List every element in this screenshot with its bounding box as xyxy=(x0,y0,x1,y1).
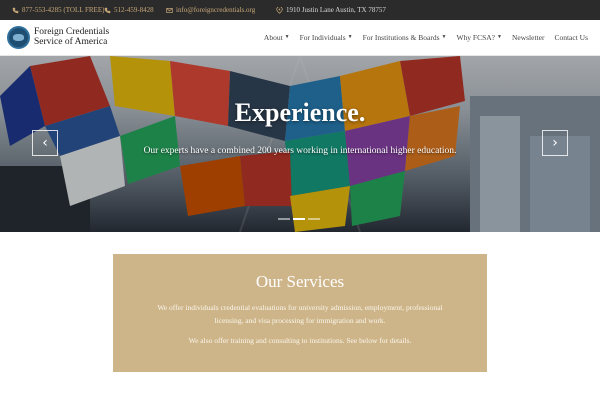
nav-about[interactable]: About ▼ xyxy=(264,33,290,42)
slider-dot[interactable] xyxy=(278,218,290,220)
site-header: Foreign Credentials Service of America A… xyxy=(0,20,600,56)
hero-overlay xyxy=(0,56,600,232)
envelope-icon xyxy=(166,7,173,13)
phone-icon xyxy=(12,7,19,13)
caret-down-icon: ▼ xyxy=(347,35,353,40)
top-contact-bar: 877-553-4285 (TOLL FREE) 512-459-8428 in… xyxy=(0,0,600,20)
hero-title: Experience. xyxy=(234,98,366,127)
toll-free-phone[interactable]: 877-553-4285 (TOLL FREE) xyxy=(12,6,104,14)
caret-down-icon: ▼ xyxy=(284,35,290,40)
location-pin-icon xyxy=(276,6,283,14)
main-nav: About ▼ For Individuals ▼ For Institutions… xyxy=(264,33,588,42)
email-link[interactable]: info@foreigncredentials.org xyxy=(166,6,255,14)
chevron-left-icon: ‹ xyxy=(42,135,48,151)
slider-dots xyxy=(278,218,320,220)
nav-for-institutions[interactable]: For Institutions & Boards ▼ xyxy=(363,33,447,42)
slider-dot-active[interactable] xyxy=(293,218,305,220)
local-phone[interactable]: 512-459-8428 xyxy=(104,6,154,14)
slider-dot[interactable] xyxy=(308,218,320,220)
hero-slider: Experience. Our experts have a combined … xyxy=(0,56,600,232)
caret-down-icon: ▼ xyxy=(441,35,447,40)
brand-name[interactable]: Foreign Credentials Service of America xyxy=(34,27,109,47)
phone-icon xyxy=(104,7,111,13)
slider-next-button[interactable]: › xyxy=(542,130,568,156)
services-panel: Our Services We offer individuals creden… xyxy=(113,254,487,372)
nav-for-individuals[interactable]: For Individuals ▼ xyxy=(300,33,353,42)
logo-emblem-icon[interactable] xyxy=(7,26,30,49)
chevron-right-icon: › xyxy=(552,135,558,151)
caret-down-icon: ▼ xyxy=(497,35,502,40)
nav-why-fcsa[interactable]: Why FCSA? ▼ xyxy=(456,33,502,42)
services-paragraph-individuals: We offer individuals credential evaluati… xyxy=(157,303,443,325)
services-heading: Our Services xyxy=(255,272,345,291)
nav-newsletter[interactable]: Newsletter xyxy=(512,33,545,42)
services-paragraph-institutions: We also offer training and consulting to… xyxy=(188,336,412,345)
slider-prev-button[interactable]: ‹ xyxy=(32,130,58,156)
address: 1910 Justin Lane Austin, TX 78757 xyxy=(276,6,386,14)
nav-contact-us[interactable]: Contact Us xyxy=(554,33,588,42)
hero-subtitle: Our experts have a combined 200 years wo… xyxy=(143,146,457,156)
